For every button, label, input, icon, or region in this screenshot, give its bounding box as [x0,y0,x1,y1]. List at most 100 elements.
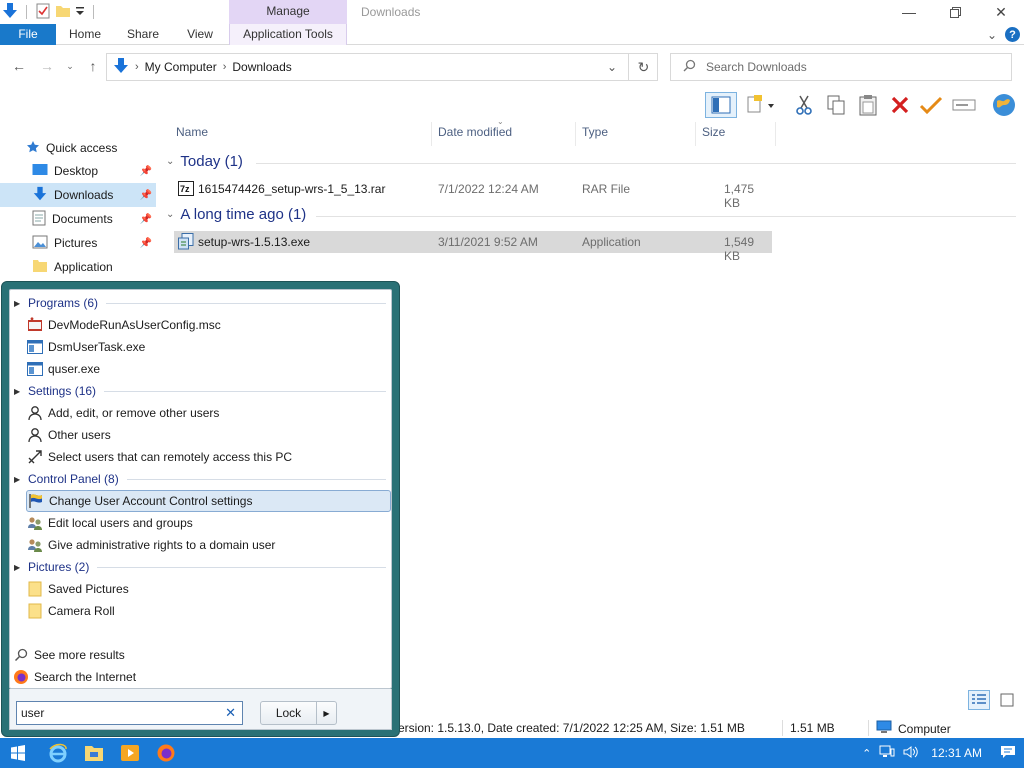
search-internet-link[interactable]: Search the Internet [12,666,377,688]
file-row[interactable]: setup-wrs-1.5.13.exe 3/11/2021 9:52 AM A… [174,231,772,263]
tab-file[interactable]: File [0,24,56,45]
windows-start-icon[interactable] [0,738,36,768]
firefox-icon[interactable] [148,738,184,768]
section-header-pictures[interactable]: ▶ Pictures (2) [14,556,386,578]
column-header-type[interactable]: Type [576,122,696,146]
recent-locations-icon[interactable]: ⌄ [60,56,80,76]
column-header-name[interactable]: Name [170,122,432,146]
properties-icon[interactable] [35,3,51,22]
application-window-icon [26,338,44,356]
nav-quick-access[interactable]: Quick access [0,136,156,160]
firefox-icon [12,668,30,686]
section-header-settings[interactable]: ▶ Settings (16) [14,380,386,402]
result-label: Add, edit, or remove other users [48,406,220,420]
close-icon[interactable]: ✕ [978,0,1024,24]
minimize-icon[interactable]: — [886,0,932,24]
refresh-icon[interactable]: ↻ [628,53,658,81]
result-item[interactable]: quser.exe [26,358,391,380]
tab-view[interactable]: View [173,24,227,45]
view-toggle-group [968,690,1018,710]
pin-icon[interactable]: 📌 [140,214,152,225]
clock[interactable]: 12:31 AM [931,746,982,760]
expand-triangle-icon: ▶ [14,386,21,396]
sidebar-item-pictures[interactable]: Pictures 📌 [0,231,156,255]
group-header-today[interactable]: ⌄ Today (1) [166,153,1016,170]
sidebar-item-label: Documents [52,212,113,226]
checkmark-icon[interactable] [918,92,944,118]
group-header-long-time-ago[interactable]: ⌄ A long time ago (1) [166,206,1016,223]
section-header-programs[interactable]: ▶ Programs (6) [14,292,386,314]
breadcrumb-separator[interactable]: › [223,61,227,73]
start-menu: ▶ Programs (6) DevModeRunAsUserConfig.ms… [1,281,400,737]
result-item-highlighted[interactable]: Change User Account Control settings [26,490,391,512]
back-arrow-icon[interactable]: ← [9,56,29,76]
sidebar-item-desktop[interactable]: Desktop 📌 [0,159,156,183]
tab-application-tools[interactable]: Application Tools [229,24,347,45]
breadcrumb-downloads[interactable]: Downloads [232,60,291,74]
volume-icon[interactable] [903,745,919,762]
result-label: Saved Pictures [48,582,129,596]
breadcrumb-separator[interactable]: › [135,61,139,73]
large-icons-view-icon[interactable] [996,690,1018,710]
up-arrow-icon[interactable]: ↑ [83,56,103,76]
start-search-input[interactable]: user ✕ [16,701,243,725]
column-header-size[interactable]: Size [696,122,776,146]
address-bar[interactable]: › My Computer › Downloads ⌄ [106,53,658,81]
result-item[interactable]: Select users that can remotely access th… [26,446,391,468]
new-item-icon[interactable] [743,92,779,118]
result-item[interactable]: Add, edit, or remove other users [26,402,391,424]
qat-dropdown-icon[interactable] [75,5,85,20]
lock-button[interactable]: Lock ▶ [260,701,337,725]
lock-options-arrow-icon[interactable]: ▶ [316,702,336,724]
search-input[interactable]: Search Downloads [670,53,1012,81]
delete-icon[interactable] [887,92,913,118]
breadcrumb-my-computer[interactable]: My Computer [145,60,217,74]
globe-icon[interactable] [989,92,1019,118]
folder-icon [26,602,44,620]
chevron-down-icon[interactable]: ⌄ [987,28,997,42]
pin-icon[interactable]: 📌 [140,190,152,201]
tab-home[interactable]: Home [57,24,113,45]
forward-arrow-icon[interactable]: → [37,56,57,76]
sidebar-item-label: Downloads [54,188,114,202]
result-item[interactable]: Saved Pictures [26,578,391,600]
tab-share[interactable]: Share [114,24,172,45]
folder-icon [32,258,48,277]
downloads-icon[interactable] [2,2,18,23]
maximize-icon[interactable] [932,0,978,24]
chevron-up-icon[interactable]: ⌃ [862,747,871,760]
cut-icon[interactable] [791,92,817,118]
internet-explorer-icon[interactable] [40,738,76,768]
media-player-icon[interactable] [112,738,148,768]
paste-icon[interactable] [855,92,881,118]
preview-pane-icon[interactable] [705,92,737,118]
sidebar-item-application[interactable]: Application [0,255,156,279]
sidebar-item-documents[interactable]: Documents 📌 [0,207,156,231]
result-item[interactable]: Other users [26,424,391,446]
result-item[interactable]: Give administrative rights to a domain u… [26,534,391,556]
rename-icon[interactable] [951,92,977,118]
notifications-icon[interactable] [1000,745,1016,762]
address-dropdown-icon[interactable]: ⌄ [607,60,617,74]
tab-manage[interactable]: Manage [229,0,347,24]
title-bar: Manage Downloads — ✕ [0,0,1024,24]
column-header-date-modified[interactable]: Date modified [432,122,576,146]
result-item[interactable]: Camera Roll [26,600,391,622]
result-item[interactable]: DevModeRunAsUserConfig.msc [26,314,391,336]
pin-icon[interactable]: 📌 [140,166,152,177]
section-header-control-panel[interactable]: ▶ Control Panel (8) [14,468,386,490]
network-icon[interactable] [879,745,895,762]
result-item[interactable]: Edit local users and groups [26,512,391,534]
see-more-results-link[interactable]: See more results [12,644,377,666]
help-icon[interactable]: ? [1005,27,1020,42]
details-view-icon[interactable] [968,690,990,710]
file-explorer-icon[interactable] [76,738,112,768]
copy-icon[interactable] [823,92,849,118]
new-folder-icon[interactable] [55,3,71,22]
file-row[interactable]: 7z 1615474426_setup-wrs-1_5_13.rar 7/1/2… [174,178,772,210]
pin-icon[interactable]: 📌 [140,238,152,249]
clear-search-icon[interactable]: ✕ [225,705,236,721]
sidebar-item-downloads[interactable]: Downloads 📌 [0,183,156,207]
result-item[interactable]: DsmUserTask.exe [26,336,391,358]
pictures-icon [32,235,48,252]
